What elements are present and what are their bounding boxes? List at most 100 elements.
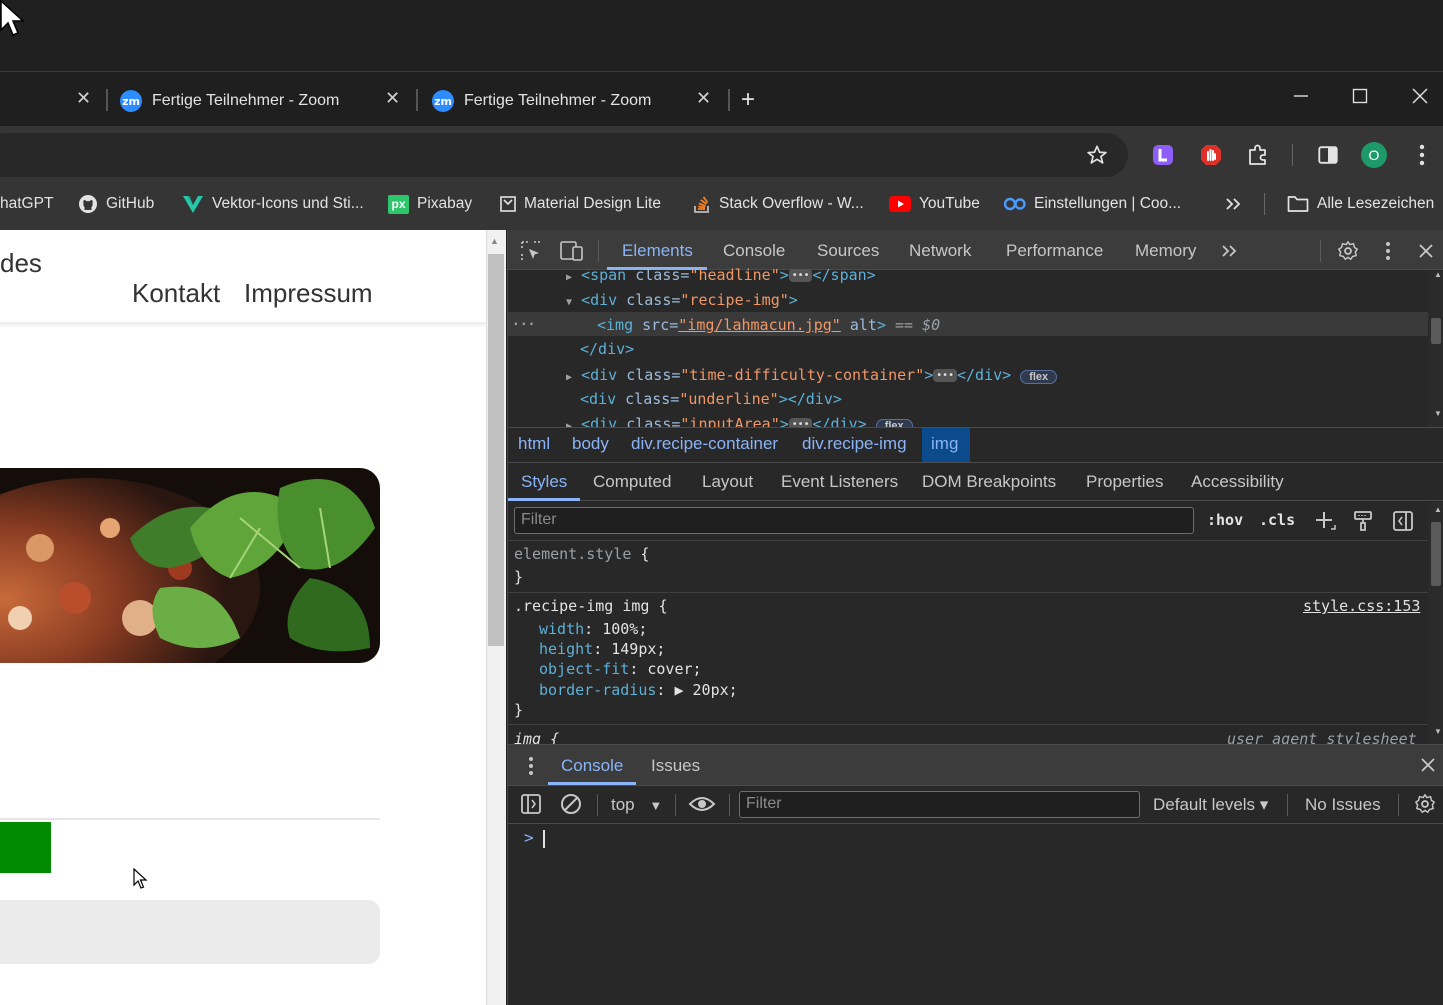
devtools-settings-button[interactable] [1333,236,1363,266]
tab-zoom-2[interactable]: zm Fertige Teilnehmer - Zoom ✕ [432,79,722,123]
breadcrumb-html[interactable]: html [518,434,550,454]
breadcrumb-body[interactable]: body [572,434,609,454]
extension-purple-button[interactable] [1148,140,1178,170]
context-selector[interactable]: top ▼ [611,795,662,815]
dom-node-img-selected[interactable]: <img src="img/lahmacun.jpg" alt> == $0 [597,316,940,334]
scroll-up-arrow-icon[interactable]: ▲ [490,236,499,246]
expand-triangle-icon[interactable]: ▶ [566,272,572,283]
breadcrumb-recipe-img[interactable]: div.recipe-img [802,434,907,454]
cls-button[interactable]: .cls [1259,511,1295,529]
flex-badge[interactable]: flex [1020,370,1058,384]
bookmarks-overflow-button[interactable] [1225,193,1241,215]
expand-triangle-icon[interactable]: ▶ [566,372,572,383]
tab-elements[interactable]: Elements [622,241,693,261]
tab-dom-breakpoints[interactable]: DOM Breakpoints [922,472,1056,492]
console-settings-button[interactable] [1410,789,1440,819]
ellipsis-badge[interactable]: ••• [788,269,813,282]
address-bar[interactable] [0,133,1128,177]
gutter-ellipsis[interactable]: ... [512,314,535,329]
profile-button[interactable]: O [1359,140,1389,170]
tab-network[interactable]: Network [909,241,971,261]
tab-styles[interactable]: Styles [521,472,567,492]
minimize-button[interactable] [1286,84,1316,112]
element-state-button[interactable] [1348,506,1378,536]
side-panel-button[interactable] [1313,140,1343,170]
recipe-img-rule-selector[interactable]: .recipe-img img { [514,597,668,615]
scroll-up-arrow-icon[interactable]: ▲ [1434,505,1442,514]
inspect-element-button[interactable] [516,236,546,266]
clear-console-button[interactable] [556,789,586,819]
extension-adblock-button[interactable] [1196,140,1226,170]
bookmark-einstellungen[interactable]: Einstellungen | Coo... [1004,193,1181,215]
collapse-triangle-icon[interactable]: ▼ [566,297,572,308]
menu-button[interactable] [1407,140,1437,170]
nav-link-kontakt[interactable]: Kontakt [132,278,220,309]
new-tab-button[interactable]: + [741,78,755,122]
hov-button[interactable]: :hov [1207,511,1243,529]
more-tabs-button[interactable] [1214,236,1244,266]
bookmark-youtube[interactable]: YouTube [889,193,980,215]
dom-node-div-close[interactable]: </div> [580,340,634,358]
input-area[interactable] [0,900,380,964]
devtools-menu-button[interactable] [1373,236,1403,266]
console-input-caret[interactable] [543,830,545,848]
maximize-button[interactable] [1345,84,1375,112]
css-declaration-object-fit[interactable]: object-fit: cover; [539,660,702,678]
bookmark-github[interactable]: GitHub [78,193,154,215]
all-bookmarks-button[interactable]: Alle Lesezeichen [1287,193,1434,215]
flex-badge[interactable]: flex [875,419,913,427]
ellipsis-badge[interactable]: ••• [788,418,813,427]
bookmark-star-button[interactable] [1082,140,1112,170]
css-declaration-border-radius[interactable]: border-radius: ▶ 20px; [539,681,738,699]
scroll-down-arrow-icon[interactable]: ▼ [1434,409,1442,418]
ua-rule-selector[interactable]: img { [514,730,559,744]
device-toolbar-button[interactable] [557,236,587,266]
extensions-button[interactable] [1243,140,1273,170]
drawer-tab-issues[interactable]: Issues [651,756,700,776]
styles-filter-input[interactable]: Filter [514,507,1194,534]
bookmark-vektor-icons[interactable]: Vektor-Icons und Sti... [182,193,364,215]
drawer-close-button[interactable] [1413,750,1443,780]
bookmark-stack-overflow[interactable]: Stack Overflow - W... [693,193,864,215]
bookmark-chatgpt[interactable]: hatGPT [0,193,53,215]
dom-node-span-headline[interactable]: ▶ <span class="headline"> ••• </span> [566,266,876,284]
page-scrollbar-thumb[interactable] [488,254,504,646]
issues-counter[interactable]: No Issues [1305,795,1381,815]
tab-memory[interactable]: Memory [1135,241,1196,261]
close-icon[interactable]: ✕ [76,88,91,109]
console-sidebar-button[interactable] [516,789,546,819]
nav-link-impressum[interactable]: Impressum [244,278,373,309]
console-filter-input[interactable]: Filter [739,791,1140,818]
toggle-sidebar-button[interactable] [1388,506,1418,536]
dom-node-underline[interactable]: <div class="underline"></div> [580,390,842,408]
dom-node-time-difficulty[interactable]: ▶ <div class="time-difficulty-container"… [566,366,1058,384]
rule-source-link[interactable]: style.css:153 [1303,597,1420,615]
scroll-up-arrow-icon[interactable]: ▲ [1434,270,1442,279]
drawer-tab-console[interactable]: Console [561,756,623,776]
bookmark-material-design-lite[interactable]: Material Design Lite [500,193,661,215]
ellipsis-badge[interactable]: ••• [933,369,957,382]
element-style-rule[interactable]: element.style { [514,545,649,563]
dom-scrollbar-thumb[interactable] [1431,318,1441,344]
tab-performance[interactable]: Performance [1006,241,1103,261]
dom-node-inputarea[interactable]: ▶ <div class="inputArea"> ••• </div> flex [566,415,913,427]
breadcrumb-recipe-container[interactable]: div.recipe-container [631,434,778,454]
devtools-close-button[interactable] [1411,236,1441,266]
tab-computed[interactable]: Computed [593,472,671,492]
css-declaration-height[interactable]: height: 149px; [539,640,665,658]
styles-scrollbar-thumb[interactable] [1431,522,1441,586]
close-icon[interactable]: ✕ [696,88,711,109]
css-declaration-width[interactable]: width: 100%; [539,620,647,638]
tab-accessibility[interactable]: Accessibility [1191,472,1284,492]
tab-console[interactable]: Console [723,241,785,261]
breadcrumb-img[interactable]: img [931,434,958,454]
tab-zoom-1[interactable]: zm Fertige Teilnehmer - Zoom ✕ [120,79,410,123]
tab-properties[interactable]: Properties [1086,472,1163,492]
scroll-down-arrow-icon[interactable]: ▼ [1434,727,1442,736]
tab-layout[interactable]: Layout [702,472,753,492]
window-close-button[interactable] [1405,84,1435,112]
log-levels-dropdown[interactable]: Default levels ▾ [1153,795,1268,815]
tab-event-listeners[interactable]: Event Listeners [781,472,898,492]
dom-scrollbar[interactable] [1428,270,1443,427]
tab-sources[interactable]: Sources [817,241,879,261]
